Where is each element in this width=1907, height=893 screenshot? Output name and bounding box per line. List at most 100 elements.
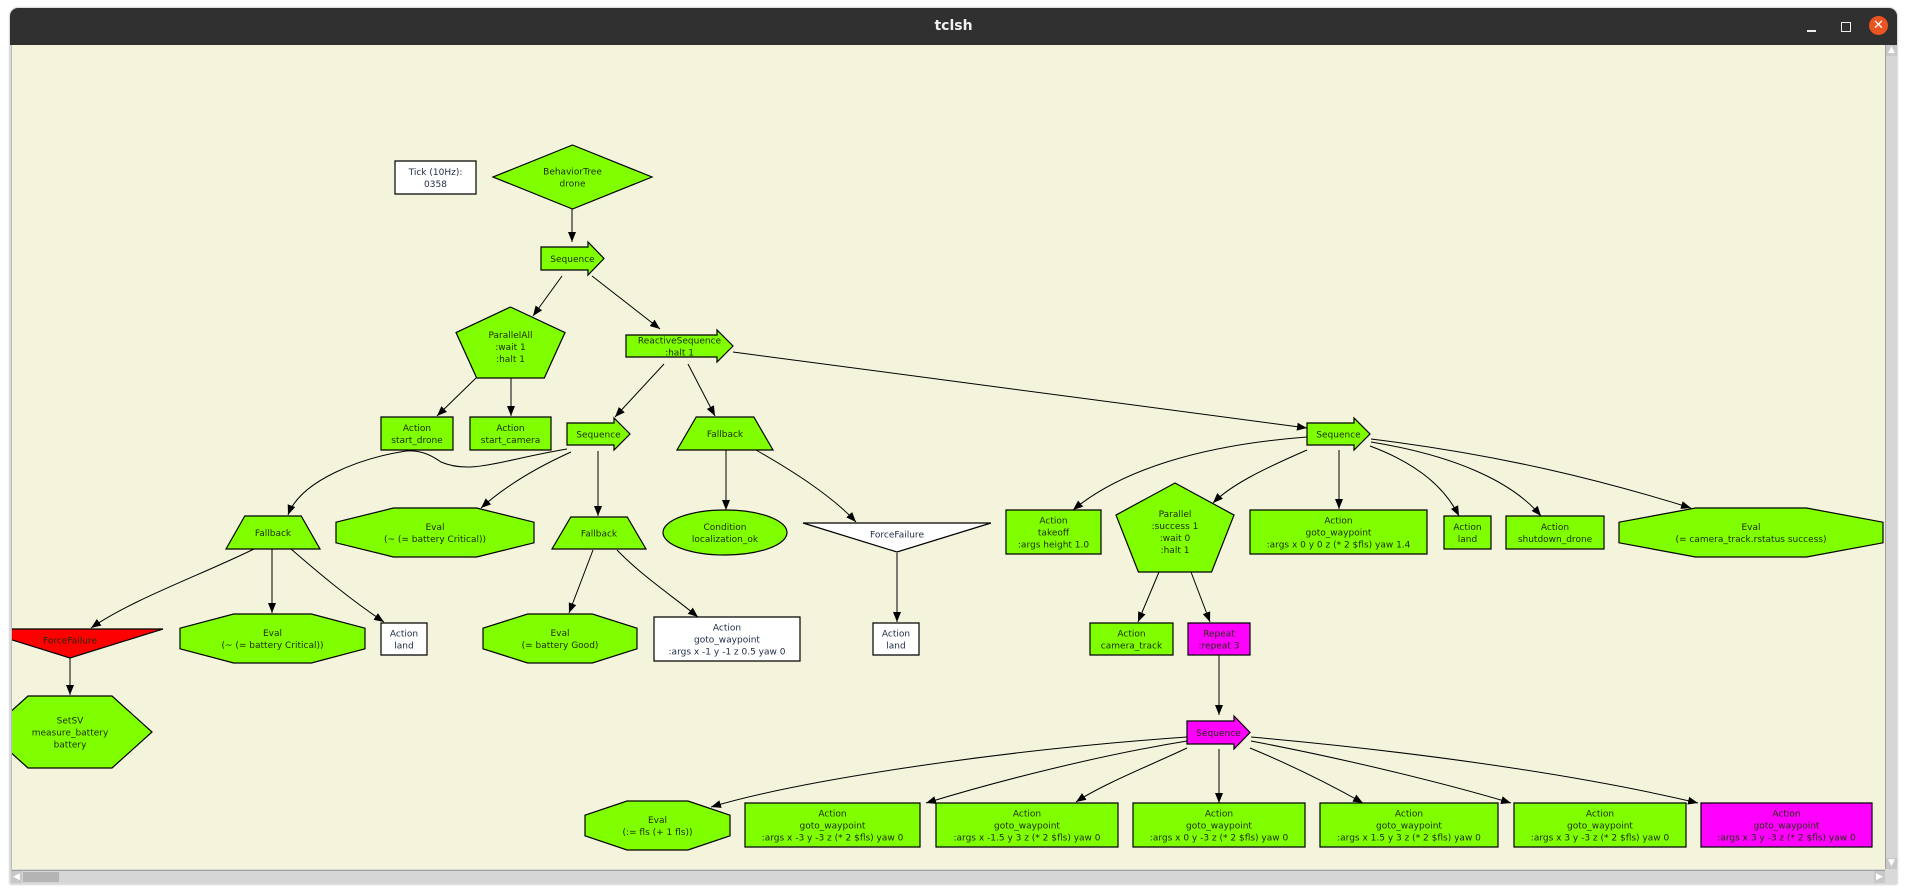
node-label-line: goto_waypoint [1754, 822, 1820, 832]
node-label: Sequence [576, 431, 621, 441]
node-label-line: land [394, 642, 413, 652]
node-label-line: :args x 3 y -3 z (* 2 $fls) yaw 0 [1717, 834, 1856, 844]
node-label-line: localization_ok [692, 535, 759, 545]
node-action-goto-waypoint-args-x-1-5-y-3-z-2-[interactable]: Action goto_waypoint:args x 1.5 y 3 z (* … [1319, 802, 1499, 848]
node-sequence[interactable]: Sequence [1186, 714, 1251, 751]
node-action-goto-waypoint-args-x-3-y-3-z-2-fl[interactable]: Action goto_waypoint:args x 3 y -3 z (* 2… [1513, 802, 1687, 848]
edge-arrow [290, 548, 385, 623]
node-action-goto-waypoint-args-x-3-y-3-z-2-fl[interactable]: Action goto_waypoint:args x -3 y -3 z (* … [744, 802, 921, 848]
scroll-left-arrow-icon[interactable]: ◀ [11, 871, 22, 883]
edge-arrow [287, 448, 568, 516]
node-label: Sequence [550, 255, 595, 265]
node-sequence[interactable]: Sequence [1306, 416, 1371, 452]
node-label-line: :halt 1 [665, 349, 694, 359]
edge-arrow [568, 549, 594, 614]
node-label-line: start_drone [391, 436, 443, 446]
node-action-land[interactable]: Action land [1443, 515, 1492, 550]
node-label-line: :args x 3 y -3 z (* 2 $fls) yaw 0 [1531, 834, 1670, 844]
node-fallback[interactable]: Fallback [224, 515, 322, 550]
node-sequence[interactable]: Sequence [566, 416, 631, 452]
node-reactivesequence-halt-1[interactable]: ReactiveSequence:halt 1 [625, 328, 734, 364]
minimize-icon [1807, 30, 1816, 32]
node-label-line: :args x 1.5 y 3 z (* 2 $fls) yaw 0 [1337, 834, 1481, 844]
node-label: Sequence [1196, 729, 1241, 739]
node-label-line: measure_battery [32, 729, 109, 739]
node-action-start-camera[interactable]: Action start_camera [469, 416, 552, 451]
node-label-line: Condition [704, 523, 747, 533]
edge-arrow [532, 275, 563, 317]
node-repeat-repeat-3[interactable]: Repeat:repeat 3 [1187, 622, 1251, 656]
node-label-line: 0358 [424, 180, 447, 190]
node-behaviortree-drone[interactable]: BehaviorTree drone [491, 144, 654, 210]
behavior-tree-canvas[interactable]: Tick (10Hz): 0358 BehaviorTree drone Sequenc… [11, 45, 1885, 869]
edge-arrow [480, 451, 572, 509]
node-label-line: goto_waypoint [694, 636, 760, 646]
minimize-button[interactable] [1801, 16, 1823, 38]
node-forcefailure[interactable]: ForceFailure [802, 522, 992, 553]
node-action-goto-waypoint-args-x-0-y-3-z-2-fl[interactable]: Action goto_waypoint:args x 0 y -3 z (* 2… [1132, 802, 1306, 848]
edge-arrow [755, 449, 857, 523]
node-label: ForceFailure [870, 531, 924, 541]
edge-arrow [1369, 445, 1460, 517]
node-label-line: goto_waypoint [1567, 822, 1633, 832]
node-action-goto-waypoint-args-x-1-5-y-3-z-2-[interactable]: Action goto_waypoint:args x -1.5 y 3 z (*… [935, 802, 1119, 848]
node-parallelall-wait-1-halt-1[interactable]: ParallelAll:wait 1:halt 1 [455, 306, 566, 379]
node-label-line: goto_waypoint [1186, 822, 1252, 832]
node-label-line: Eval [1741, 523, 1760, 533]
vertical-scrollbar[interactable]: ▲ ▼ [1885, 45, 1897, 869]
node-action-takeoff-args-height-1-0[interactable]: Action takeoff:args height 1.0 [1005, 509, 1102, 555]
edge-arrow [1075, 747, 1188, 803]
node-action-land[interactable]: Action land [380, 622, 428, 656]
edge-arrow [1212, 449, 1308, 504]
node-label-line: Eval [263, 629, 282, 639]
node-label-line: :args height 1.0 [1018, 541, 1089, 551]
node-action-goto-waypoint-args-x-1-y-1-z-0-5-[interactable]: Action goto_waypoint:args x -1 y -1 z 0.5… [653, 616, 801, 662]
node-setsv-measure-battery-battery[interactable]: SetSV measure_battery battery [12, 695, 153, 769]
node-action-goto-waypoint-args-x-0-y-0-z-2-fl[interactable]: Action goto_waypoint:args x 0 y 0 z (* 2 … [1249, 509, 1428, 555]
edge-arrow [1137, 571, 1160, 623]
node-forcefailure[interactable]: ForceFailure [12, 628, 164, 659]
node-eval-fls-1-fls[interactable]: Eval (:= fls (+ 1 fls)) [584, 800, 731, 851]
node-label-line: Action [1013, 810, 1041, 820]
scroll-right-arrow-icon[interactable]: ▶ [1874, 871, 1885, 883]
edge-arrow [1250, 736, 1699, 805]
node-label-line: Fallback [255, 529, 292, 539]
node-label-line: Fallback [581, 530, 618, 540]
node-fallback[interactable]: Fallback [675, 416, 775, 451]
node-action-land[interactable]: Action land [872, 622, 920, 656]
node-label-line: shutdown_drone [1518, 535, 1593, 545]
node-action-shutdown-drone[interactable]: Action shutdown_drone [1505, 515, 1605, 550]
node-action-start-drone[interactable]: Action start_drone [380, 416, 454, 451]
node-sequence[interactable]: Sequence [540, 240, 605, 277]
node-parallel-success-1-wait-0-halt-1[interactable]: Parallel:success 1:wait 0:halt 1 [1115, 482, 1235, 573]
node-label-line: :args x -1.5 y 3 z (* 2 $fls) yaw 0 [953, 834, 1100, 844]
close-button[interactable]: ✕ [1869, 16, 1888, 35]
node-label-line: Sequence [1196, 729, 1241, 739]
edge-arrow [687, 363, 716, 417]
title-bar[interactable]: tclsh ✕ [10, 8, 1897, 45]
node-label-line: camera_track [1101, 642, 1163, 652]
node-condition-localization-ok[interactable]: Condition localization_ok [662, 509, 788, 556]
node-action-goto-waypoint-args-x-3-y-3-z-2-fl[interactable]: Action goto_waypoint:args x 3 y -3 z (* 2… [1700, 802, 1873, 848]
node-label-line: Action [1541, 523, 1569, 533]
node-label: ForceFailure [43, 637, 97, 647]
node-eval-camera-track-rstatus-success[interactable]: Eval (= camera_track.rstatus success) [1618, 507, 1884, 558]
node-eval-battery-critical[interactable]: Eval (~ (= battery Critical)) [335, 507, 535, 558]
node-action-camera-track[interactable]: Action camera_track [1089, 622, 1174, 656]
scroll-up-arrow-icon[interactable]: ▲ [1886, 45, 1897, 56]
window-title: tclsh [934, 18, 973, 34]
maximize-button[interactable] [1835, 16, 1857, 38]
node-label-line: Action [390, 630, 418, 640]
node-label-line: Eval [425, 523, 444, 533]
horizontal-scroll-thumb[interactable] [23, 872, 59, 882]
node-label-line: (~ (= battery Critical)) [221, 641, 323, 651]
scroll-down-arrow-icon[interactable]: ▼ [1886, 858, 1897, 869]
node-label-line: goto_waypoint [1376, 822, 1442, 832]
node-eval-battery-good[interactable]: Eval (= battery Good) [482, 613, 638, 664]
node-eval-battery-critical[interactable]: Eval (~ (= battery Critical)) [179, 613, 366, 664]
tick-counter: Tick (10Hz): 0358 [394, 160, 477, 195]
node-label: Sequence [1316, 431, 1361, 441]
horizontal-scrollbar[interactable]: ◀ ▶ [11, 870, 1885, 883]
node-label-line: Action [1039, 517, 1067, 527]
node-fallback[interactable]: Fallback [550, 516, 648, 550]
